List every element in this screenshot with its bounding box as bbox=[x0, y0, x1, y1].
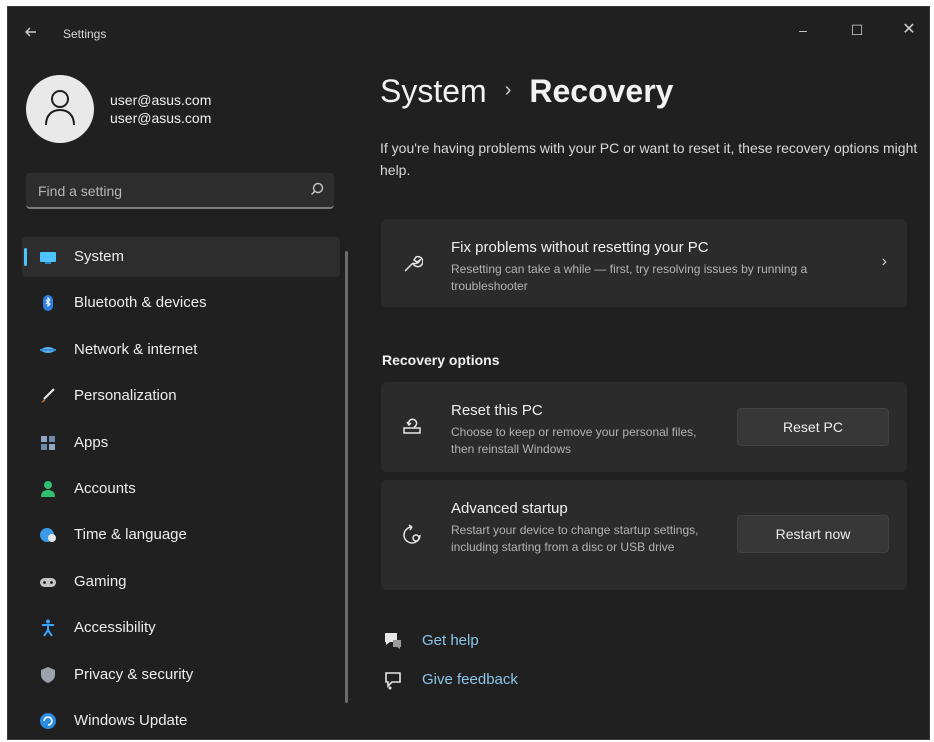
sidebar-item-label: Privacy & security bbox=[74, 665, 194, 683]
reset-pc-description: Choose to keep or remove your personal f… bbox=[451, 425, 697, 456]
shield-icon bbox=[38, 665, 58, 685]
fix-problems-description: Resetting can take a while — first, try … bbox=[451, 262, 808, 293]
search-input[interactable] bbox=[36, 180, 300, 202]
sidebar-item-label: Personalization bbox=[74, 387, 177, 405]
sidebar-item-gaming[interactable]: Gaming bbox=[22, 562, 340, 602]
bluetooth-icon bbox=[38, 293, 58, 313]
minimize-button[interactable]: – bbox=[786, 15, 820, 45]
close-button[interactable]: ✕ bbox=[892, 15, 926, 45]
sidebar-item-label: Accessibility bbox=[74, 619, 156, 637]
sidebar-scrollbar[interactable] bbox=[345, 251, 348, 703]
sidebar-item-label: Network & internet bbox=[74, 340, 198, 358]
reset-pc-button[interactable]: Reset PC bbox=[737, 408, 889, 446]
search-icon[interactable] bbox=[310, 182, 324, 201]
title-bar: Settings – ☐ ✕ bbox=[8, 7, 929, 59]
section-title: Recovery options bbox=[382, 352, 500, 368]
sidebar-item-time-language[interactable]: Time & language bbox=[22, 515, 340, 555]
apps-icon bbox=[38, 433, 58, 453]
accessibility-icon bbox=[38, 618, 58, 638]
chevron-right-icon: › bbox=[881, 253, 887, 270]
wrench-icon bbox=[401, 253, 424, 280]
sidebar-item-accessibility[interactable]: Accessibility bbox=[22, 608, 340, 648]
get-help-label[interactable]: Get help bbox=[422, 632, 479, 649]
sidebar-item-label: Time & language bbox=[74, 526, 187, 544]
sidebar-item-network[interactable]: Network & internet bbox=[22, 330, 340, 370]
sidebar-item-label: Gaming bbox=[74, 572, 127, 590]
sidebar-item-apps[interactable]: Apps bbox=[22, 423, 340, 463]
advanced-startup-title: Advanced startup bbox=[451, 500, 568, 517]
search-box[interactable] bbox=[26, 173, 334, 209]
sidebar-item-system[interactable]: System bbox=[22, 237, 340, 277]
give-feedback-label[interactable]: Give feedback bbox=[422, 671, 518, 688]
brush-icon bbox=[38, 386, 58, 406]
sidebar-item-label: System bbox=[74, 248, 125, 265]
avatar[interactable] bbox=[26, 75, 94, 143]
sidebar-item-bluetooth[interactable]: Bluetooth & devices bbox=[22, 283, 340, 323]
reset-pc-card: Reset this PC Choose to keep or remove y… bbox=[381, 382, 907, 472]
person-icon bbox=[45, 90, 75, 126]
update-icon bbox=[38, 711, 58, 731]
user-email: user@asus.com bbox=[110, 110, 212, 126]
wifi-icon bbox=[38, 340, 58, 360]
fix-problems-title: Fix problems without resetting your PC bbox=[451, 239, 709, 256]
feedback-icon bbox=[382, 669, 404, 691]
restart-now-button[interactable]: Restart now bbox=[737, 515, 889, 553]
user-name: user@asus.com bbox=[110, 92, 212, 108]
breadcrumb: System › Recovery bbox=[380, 73, 673, 110]
sidebar-item-label: Accounts bbox=[74, 479, 136, 497]
sidebar-item-label: Windows Update bbox=[74, 711, 188, 729]
page-title: Recovery bbox=[529, 73, 674, 109]
advanced-startup-card: Advanced startup Restart your device to … bbox=[381, 480, 907, 590]
page-description: If you're having problems with your PC o… bbox=[380, 140, 918, 178]
reset-pc-title: Reset this PC bbox=[451, 402, 543, 419]
sidebar-item-label: Apps bbox=[74, 433, 109, 451]
sidebar-item-privacy[interactable]: Privacy & security bbox=[22, 655, 340, 695]
monitor-icon bbox=[38, 247, 58, 267]
advanced-startup-icon bbox=[401, 524, 423, 551]
sidebar-item-windows-update[interactable]: Windows Update bbox=[22, 701, 340, 739]
settings-window: Settings – ☐ ✕ user@asus.com user@asus.c… bbox=[7, 6, 930, 740]
help-chat-icon bbox=[382, 630, 404, 652]
sidebar-item-label: Bluetooth & devices bbox=[74, 294, 207, 312]
globe-clock-icon bbox=[38, 525, 58, 545]
person-icon bbox=[38, 479, 58, 499]
maximize-button[interactable]: ☐ bbox=[840, 15, 874, 45]
sidebar-nav: System Bluetooth & devices Network & int… bbox=[22, 237, 340, 739]
active-indicator bbox=[24, 248, 27, 266]
sidebar-item-accounts[interactable]: Accounts bbox=[22, 469, 340, 509]
fix-problems-card[interactable]: Fix problems without resetting your PC R… bbox=[381, 219, 907, 307]
advanced-startup-description: Restart your device to change startup se… bbox=[451, 523, 699, 554]
back-arrow-icon[interactable] bbox=[24, 25, 42, 43]
gamepad-icon bbox=[38, 572, 58, 592]
sidebar-item-personalization[interactable]: Personalization bbox=[22, 376, 340, 416]
breadcrumb-parent[interactable]: System bbox=[380, 73, 487, 109]
breadcrumb-separator: › bbox=[504, 79, 512, 101]
app-title: Settings bbox=[63, 27, 107, 41]
reset-pc-icon bbox=[401, 416, 423, 443]
